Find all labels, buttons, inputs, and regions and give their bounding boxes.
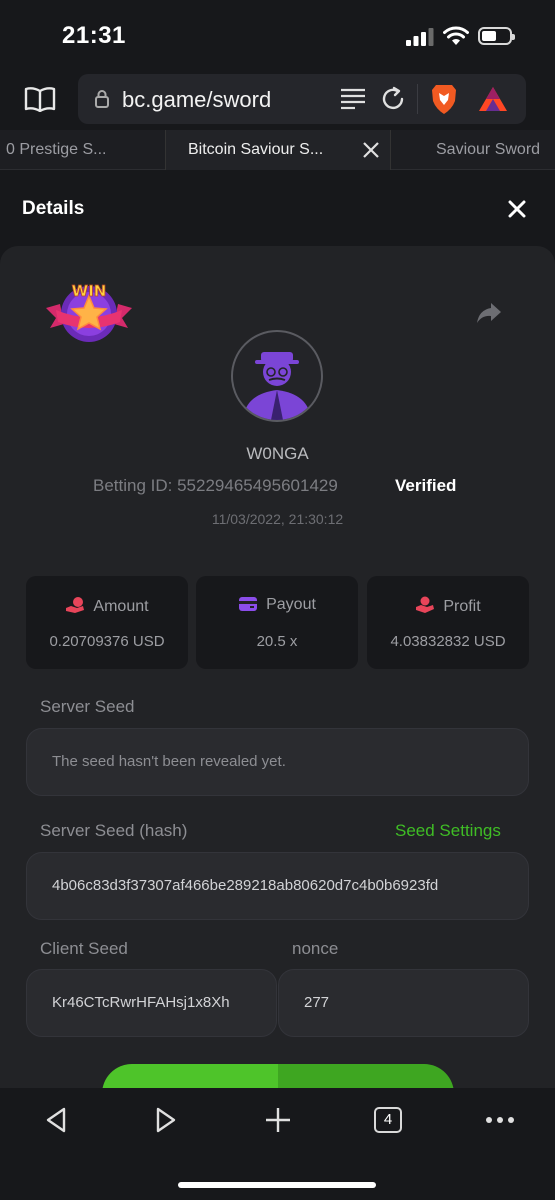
verified-status: Verified [395,476,457,495]
page-title: Details [22,198,85,219]
bookmarks-icon[interactable] [24,86,56,112]
win-badge-icon: WIN [46,282,132,342]
browser-tab-active[interactable]: Bitcoin Saviour S... [165,130,391,170]
address-bar[interactable]: bc.game/sword [78,74,526,124]
amount-value: 0.20709376 USD [49,633,165,650]
bet-details-panel: WIN W0NGA Betting ID: 55229465495601429 … [0,246,555,1088]
more-options-icon[interactable] [485,1116,515,1124]
payout-card: Payout 20.5 x [196,576,358,669]
back-icon[interactable] [44,1106,68,1134]
browser-toolbar: bc.game/sword [0,72,555,130]
payout-value: 20.5 x [256,633,298,650]
win-badge-text: WIN [72,282,107,300]
browser-tab-strip: 0 Prestige S... Bitcoin Saviour S... Sav… [0,130,555,170]
bet-datetime: 11/03/2022, 21:30:12 [211,511,344,527]
forward-icon[interactable] [154,1106,178,1134]
client-seed-label: Client Seed [40,939,128,958]
nonce-field[interactable]: 277 [278,969,529,1037]
address-bar-divider [417,84,418,114]
battery-icon [478,27,515,45]
browser-bottom-toolbar: 4 [0,1088,555,1200]
avatar [231,330,323,422]
verify-button[interactable] [102,1064,454,1088]
server-seed-hash-label: Server Seed (hash) [40,821,188,840]
amount-label: Amount [93,598,149,615]
browser-tab-prestige[interactable]: 0 Prestige S... [0,130,164,170]
payout-label: Payout [266,596,316,613]
cellular-signal-icon [406,28,434,46]
close-tab-icon[interactable] [362,141,380,159]
coins-hand-icon [66,597,85,613]
brave-rewards-icon[interactable] [478,86,508,112]
reload-icon[interactable] [380,86,406,112]
browser-tab-saviour-sword[interactable]: Saviour Sword [392,130,555,170]
server-seed-field: The seed hasn't been revealed yet. [26,728,529,796]
betting-id: Betting ID: 55229465495601429 [93,476,338,495]
server-seed-label: Server Seed [40,697,135,716]
profit-value: 4.03832832 USD [390,633,506,650]
tab-count-button[interactable]: 4 [374,1107,402,1133]
reader-mode-icon[interactable] [340,88,366,110]
client-seed-field[interactable]: Kr46CTcRwrHFAHsj1x8Xh [26,969,277,1037]
hand-coin-icon [416,596,435,613]
profit-label: Profit [443,598,481,615]
details-header: Details [0,170,555,248]
lock-icon [95,90,109,108]
home-indicator [178,1182,376,1188]
nonce-label: nonce [292,939,339,958]
seed-settings-link[interactable]: Seed Settings [395,821,501,841]
url-text: bc.game/sword [122,87,272,112]
tab-title: Bitcoin Saviour S... [188,141,324,158]
amount-card: Amount 0.20709376 USD [26,576,188,669]
brave-shields-icon[interactable] [430,83,458,115]
username: W0NGA [246,444,309,463]
close-icon[interactable] [507,199,527,219]
status-time: 21:31 [62,22,126,49]
profit-card: Profit 4.03832832 USD [367,576,529,669]
wifi-icon [443,26,469,45]
status-bar: 21:31 [0,0,555,72]
server-seed-hash-field[interactable]: 4b06c83d3f37307af466be289218ab80620d7c4b… [26,852,529,920]
share-icon[interactable] [476,302,502,324]
user-avatar-icon [243,352,311,420]
wallet-icon [239,597,258,611]
new-tab-icon[interactable] [264,1106,292,1134]
